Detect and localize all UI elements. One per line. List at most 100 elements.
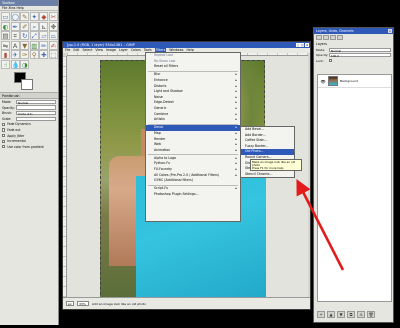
menu-item-label: Noise — [154, 94, 163, 99]
layers-list[interactable]: 👁 Background — [317, 74, 392, 302]
tool-grid: ▭ ◯ ✎ ✦ ◆ ✂ ◐ ✒ ✐ ⌕ ⊾ ✥ ▤ ⌗ ↻ ⤢ ▱ ⏢ ⇋ A … — [0, 11, 58, 70]
unit-select[interactable]: px — [66, 301, 74, 306]
paths-tab-icon[interactable] — [330, 35, 336, 40]
blend-tool-icon[interactable]: ▥ — [29, 40, 39, 50]
lower-layer-icon[interactable]: ▼ — [337, 310, 345, 318]
rect-select-tool-icon[interactable]: ▭ — [1, 12, 10, 21]
checkbox[interactable] — [2, 122, 6, 126]
text-tool-icon[interactable]: A — [10, 40, 20, 50]
menu-item-label: Add Bevel... — [245, 127, 265, 131]
brush-label: Brush: — [2, 111, 12, 116]
paths-tool-icon[interactable]: ✒ — [10, 21, 20, 31]
paintbrush-tool-icon[interactable]: ✍ — [48, 40, 58, 50]
checkbox[interactable] — [2, 128, 6, 132]
perspective-tool-icon[interactable]: ⏢ — [48, 31, 58, 41]
menu-item-label: Render — [154, 136, 166, 141]
move-tool-icon[interactable]: ✥ — [48, 21, 58, 31]
raise-layer-icon[interactable]: ▲ — [327, 310, 335, 318]
zoom-tool-icon[interactable]: ⌕ — [29, 21, 39, 31]
filters-menu-item[interactable]: G'MIC (Additional filters) — [146, 178, 240, 184]
menu-item-label: Distorts — [154, 83, 167, 88]
anchor-layer-icon[interactable]: ⚓ — [357, 310, 365, 318]
layer-item[interactable]: 👁 Background — [318, 75, 391, 88]
menu-separator — [148, 184, 238, 186]
fuzzy-select-tool-icon[interactable]: ✦ — [29, 12, 39, 21]
layer-name: Background — [340, 79, 358, 83]
menu-separator — [148, 123, 238, 125]
smudge-tool-icon[interactable]: ☝ — [1, 59, 10, 69]
channels-tab-icon[interactable] — [323, 35, 329, 40]
menu-item-label: Map — [154, 130, 161, 135]
minimize-icon[interactable]: _ — [295, 42, 300, 47]
shear-tool-icon[interactable]: ▱ — [39, 31, 49, 41]
menu-separator — [148, 154, 238, 155]
heal-tool-icon[interactable]: ✚ — [39, 50, 49, 60]
menu-item-label: Web — [154, 142, 161, 147]
filters-menu-item[interactable]: Artistic ▸ — [146, 117, 240, 123]
old-photo-tooltip: Make an image look like an old photo Pre… — [250, 159, 302, 171]
foreground-select-tool-icon[interactable]: ◐ — [1, 21, 10, 31]
new-layer-icon[interactable]: + — [317, 310, 325, 318]
free-select-tool-icon[interactable]: ✎ — [20, 12, 30, 21]
scale-slider[interactable] — [16, 116, 56, 121]
close-icon[interactable]: × — [305, 42, 309, 47]
menu-separator — [148, 70, 238, 72]
menu-item-label: Blur — [154, 72, 161, 77]
tool-options-title: Paintbrush — [0, 91, 58, 100]
delete-layer-icon[interactable]: 🗑 — [367, 310, 375, 318]
ink-tool-icon[interactable]: ✑ — [20, 50, 30, 60]
layers-tab-icon[interactable] — [316, 35, 322, 40]
tooltip-line2: Press F1 for more help — [252, 166, 284, 171]
check-row-5[interactable]: Use color from gradient — [0, 144, 58, 150]
mode-select[interactable]: Normal — [16, 99, 56, 105]
decor-menu-item[interactable]: Stencil Chrome... — [241, 172, 294, 178]
eye-icon[interactable]: 👁 — [320, 79, 326, 84]
opacity-label: Opacity: — [2, 105, 15, 110]
airbrush-tool-icon[interactable]: ✈ — [10, 50, 20, 60]
measure-tool-icon[interactable]: ⊾ — [39, 21, 49, 31]
convolve-tool-icon[interactable]: 💧 — [10, 59, 20, 69]
zoom-select[interactable]: 33% — [77, 301, 89, 306]
rotate-tool-icon[interactable]: ↻ — [20, 31, 30, 41]
checkbox[interactable] — [2, 133, 6, 138]
checkbox[interactable] — [2, 145, 6, 149]
menu-item-label: G'MIC (Additional filters) — [154, 178, 193, 183]
brush-select[interactable]: Circle (11) — [16, 111, 56, 116]
filters-menu-item[interactable]: Animation ▸ — [146, 148, 240, 154]
layer-opacity-spin[interactable]: 100.0 — [329, 53, 391, 58]
scissors-tool-icon[interactable]: ✂ — [48, 12, 58, 21]
lock-alpha-checkbox[interactable] — [329, 59, 333, 63]
align-tool-icon[interactable]: ▤ — [1, 31, 10, 41]
filters-menu-item[interactable]: Reset all Filters — [146, 64, 240, 70]
layer-mode-select[interactable]: Normal — [329, 47, 391, 53]
checkbox-label: Use color from gradient — [7, 144, 44, 149]
eraser-tool-icon[interactable]: ▮ — [1, 50, 10, 60]
dodge-burn-tool-icon[interactable]: ◑ — [20, 59, 30, 69]
crop-tool-icon[interactable]: ⌗ — [10, 31, 20, 41]
menu-item-label: Reset all Filters — [154, 64, 179, 69]
bucket-fill-tool-icon[interactable]: ▼ — [20, 40, 30, 50]
background-color[interactable] — [21, 78, 33, 90]
scale-row: Scale: — [0, 116, 58, 122]
close-icon[interactable]: × — [388, 29, 392, 33]
color-select-tool-icon[interactable]: ◆ — [39, 12, 49, 21]
pencil-tool-icon[interactable]: ✏ — [39, 40, 49, 50]
perspective-clone-tool-icon[interactable]: ⬚ — [48, 50, 58, 60]
menu-item-label: Coffee Stain... — [245, 138, 268, 143]
filters-menu-item[interactable]: Photoshop Plugin Settings... — [146, 192, 240, 198]
checkbox[interactable] — [2, 139, 6, 143]
flip-tool-icon[interactable]: ⇋ — [1, 40, 10, 50]
layer-mode-label: Mode: — [316, 47, 326, 52]
checkbox-label: Fade out — [7, 127, 21, 132]
undo-tab-icon[interactable] — [337, 35, 343, 40]
ellipse-select-tool-icon[interactable]: ◯ — [10, 12, 20, 21]
maximize-icon[interactable]: □ — [300, 42, 305, 47]
color-picker-tool-icon[interactable]: ✐ — [20, 21, 30, 31]
color-swatches[interactable] — [0, 70, 58, 92]
duplicate-layer-icon[interactable]: ⧉ — [347, 310, 355, 318]
menu-item-label: Re-Show Last — [154, 58, 176, 63]
image-window-titlebar: [pp-1.0 (RGB, 1 layer) 934x1381 – GIMP _… — [63, 42, 310, 48]
scale-tool-icon[interactable]: ⤢ — [29, 31, 39, 41]
clone-tool-icon[interactable]: ⚲ — [29, 50, 39, 60]
opacity-slider[interactable] — [16, 105, 56, 110]
